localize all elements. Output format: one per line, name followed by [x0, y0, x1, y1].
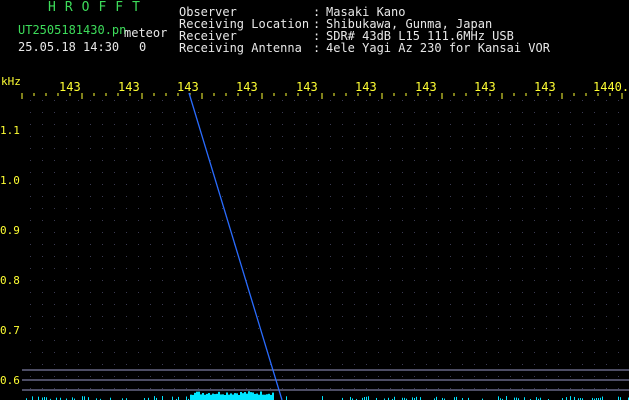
meteor-trace	[188, 92, 283, 400]
spectrogram-plot	[21, 92, 629, 400]
grid-dots	[30, 100, 619, 389]
top-axis-ticks	[21, 93, 623, 99]
noise-floor	[26, 391, 629, 400]
